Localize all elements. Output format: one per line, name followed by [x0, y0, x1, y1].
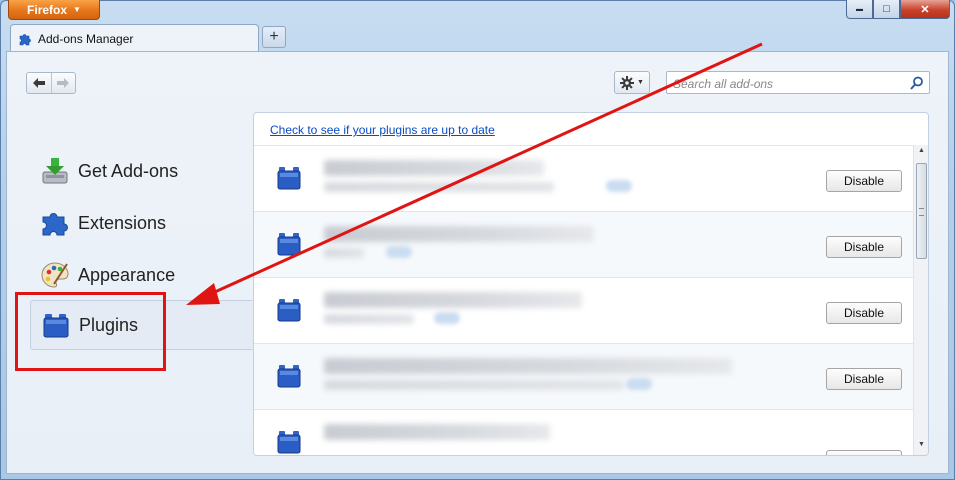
forward-button[interactable]	[52, 73, 76, 93]
firefox-menu-label: Firefox	[27, 2, 68, 17]
window-caption-buttons: ▬ □ ✕	[846, 0, 950, 19]
list-item[interactable]: Disable	[254, 145, 914, 211]
new-tab-button[interactable]: +	[262, 26, 286, 48]
scrollbar-thumb[interactable]	[916, 163, 927, 259]
scroll-down-icon[interactable]: ▼	[914, 441, 928, 453]
close-button[interactable]: ✕	[900, 0, 950, 19]
maximize-button[interactable]: □	[873, 0, 900, 19]
tools-menu-button[interactable]: ▼	[614, 71, 650, 94]
puzzle-icon	[19, 33, 31, 45]
category-extensions[interactable]: Extensions	[30, 200, 252, 246]
category-label: Extensions	[78, 212, 167, 233]
disable-button[interactable]: Disable	[826, 368, 902, 390]
minimize-icon: ▬	[856, 5, 863, 13]
disable-button[interactable]: Disable	[826, 170, 902, 192]
plugins-list-panel: Check to see if your plugins are up to d…	[253, 112, 929, 456]
plugin-brick-icon	[277, 167, 301, 190]
plugin-brick-icon	[277, 233, 301, 256]
plus-icon: +	[269, 28, 279, 45]
plugin-name-redacted	[324, 358, 732, 374]
grip-icon	[919, 208, 924, 216]
category-label: Get Add-ons	[78, 160, 179, 181]
category-get-addons[interactable]: Get Add-ons	[30, 148, 252, 194]
forward-arrow-icon	[57, 78, 70, 88]
plugin-more-link-redacted	[606, 180, 632, 192]
history-navigation	[26, 72, 76, 94]
category-label: Appearance	[78, 264, 176, 285]
puzzle-icon	[42, 213, 68, 236]
list-item[interactable]: Disable	[254, 343, 914, 409]
back-arrow-icon	[32, 78, 45, 88]
close-icon: ✕	[920, 3, 930, 16]
list-item[interactable]: Disable	[254, 211, 914, 277]
plugin-more-link-redacted	[626, 378, 652, 390]
minimize-button[interactable]: ▬	[846, 0, 873, 19]
plugin-description-redacted	[324, 380, 624, 390]
disable-button[interactable]: Disable	[826, 302, 902, 324]
download-icon	[42, 158, 68, 184]
firefox-menu-button[interactable]: Firefox ▼	[8, 0, 100, 20]
plugin-brick-icon	[277, 299, 301, 322]
gear-icon	[620, 75, 635, 90]
plugin-more-link-redacted	[434, 312, 460, 324]
plugin-name-redacted	[324, 226, 594, 242]
scrollbar[interactable]: ▲ ▼	[913, 145, 928, 455]
plugin-name-redacted	[324, 160, 544, 176]
palette-icon	[41, 262, 69, 288]
scroll-up-icon[interactable]: ▲	[914, 147, 928, 159]
maximize-icon: □	[883, 3, 890, 15]
plugin-name-redacted	[324, 424, 550, 440]
annotation-highlight-box	[15, 292, 166, 371]
check-plugins-link[interactable]: Check to see if your plugins are up to d…	[270, 123, 495, 137]
caret-down-icon: ▼	[73, 5, 81, 14]
plugin-name-redacted	[324, 292, 582, 308]
plugin-brick-icon	[277, 365, 301, 388]
list-item[interactable]	[254, 409, 914, 455]
search-input[interactable]	[671, 74, 909, 93]
chevron-down-icon: ▼	[637, 79, 644, 86]
list-item[interactable]: Disable	[254, 277, 914, 343]
tab-addons-manager[interactable]: Add-ons Manager	[10, 24, 259, 52]
plugin-more-link-redacted	[386, 246, 412, 258]
tab-title: Add-ons Manager	[38, 31, 134, 46]
back-button[interactable]	[27, 73, 52, 93]
plugin-description-redacted	[324, 314, 414, 324]
plugin-brick-icon	[277, 431, 301, 454]
plugin-description-redacted	[324, 248, 364, 258]
disable-button[interactable]: Disable	[826, 236, 902, 258]
disable-button[interactable]	[826, 450, 902, 455]
search-icon[interactable]	[909, 75, 925, 91]
plugin-description-redacted	[324, 182, 554, 192]
search-box	[666, 71, 930, 94]
